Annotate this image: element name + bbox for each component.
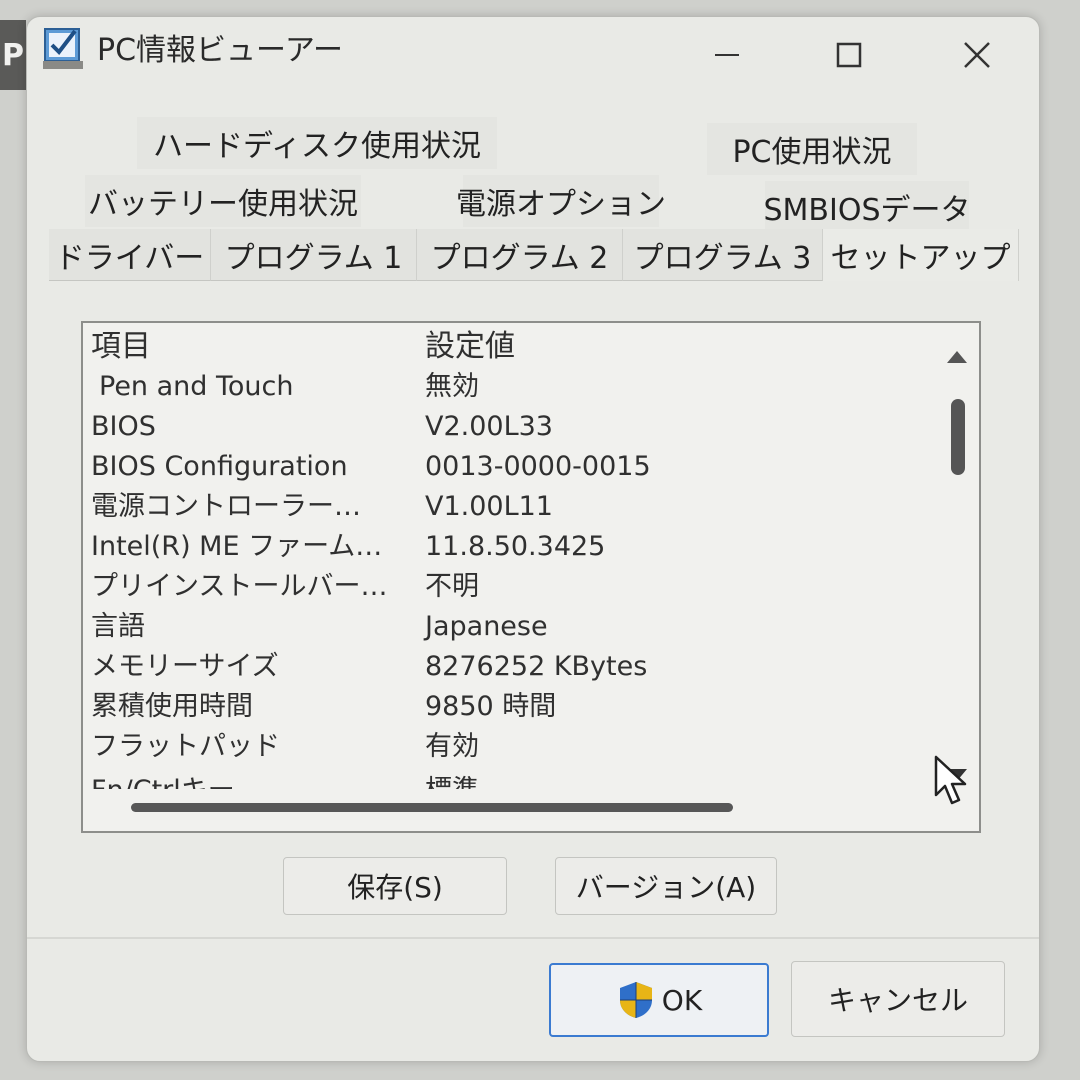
- row-item: Intel(R) ME ファーム…: [91, 531, 383, 562]
- list-row[interactable]: 電源コントローラー… V1.00L11: [83, 487, 943, 527]
- uac-shield-icon: [619, 982, 652, 1018]
- pc-info-viewer-window: PC情報ビューアー ハードディスク使用状況 PC使用状況 バッテリー使用状況 電…: [26, 16, 1040, 1062]
- tab-label: 電源オプション: [456, 187, 666, 222]
- tab-label: プログラム 3: [633, 240, 812, 276]
- tab-label: ドライバー: [54, 240, 205, 276]
- row-value: 不明: [425, 571, 479, 602]
- cancel-button-label: キャンセル: [827, 984, 968, 1017]
- save-button-label: 保存(S): [347, 871, 443, 904]
- list-row[interactable]: 言語 Japanese: [83, 607, 943, 647]
- background-window-letter: P: [2, 37, 24, 73]
- row-value: Japanese: [425, 611, 548, 642]
- mouse-cursor-icon: [934, 755, 967, 805]
- title-bar[interactable]: PC情報ビューアー: [27, 17, 1039, 93]
- horizontal-scroll-thumb[interactable]: [131, 803, 733, 812]
- column-header-item[interactable]: 項目: [91, 327, 151, 367]
- vertical-scroll-thumb[interactable]: [951, 399, 965, 475]
- cancel-button[interactable]: キャンセル: [791, 961, 1005, 1037]
- background-window-edge[interactable]: P: [0, 20, 26, 90]
- tab-power-options[interactable]: 電源オプション: [456, 175, 666, 227]
- tab-label: ハードディスク使用状況: [153, 129, 481, 164]
- row-value: 0013-0000-0015: [425, 451, 651, 482]
- row-item: Pen and Touch: [99, 371, 294, 402]
- maximize-icon: [836, 42, 862, 68]
- tab-program-1[interactable]: プログラム 1: [211, 229, 417, 281]
- row-item: BIOS: [91, 411, 156, 442]
- tab-label: プログラム 1: [224, 240, 403, 276]
- tab-smbios-data[interactable]: SMBIOSデータ: [763, 181, 971, 233]
- tab-label: セットアップ: [830, 241, 1011, 276]
- save-button[interactable]: 保存(S): [283, 857, 507, 915]
- footer-divider: [27, 937, 1039, 939]
- column-header-value[interactable]: 設定値: [425, 327, 515, 367]
- tab-label: バッテリー使用状況: [88, 187, 358, 222]
- row-item: フラットパッド: [91, 731, 280, 762]
- tab-pc-usage[interactable]: PC使用状況: [707, 123, 917, 175]
- tab-program-2[interactable]: プログラム 2: [417, 229, 623, 281]
- list-row[interactable]: プリインストールバー… 不明: [83, 567, 943, 607]
- minimize-icon: [715, 54, 739, 56]
- tab-battery-usage[interactable]: バッテリー使用状況: [85, 175, 361, 227]
- tab-program-3[interactable]: プログラム 3: [623, 229, 823, 281]
- row-value: 有効: [425, 731, 479, 762]
- list-row[interactable]: BIOS Configuration 0013-0000-0015: [83, 447, 943, 487]
- tab-label: PC使用状況: [732, 135, 892, 170]
- list-row[interactable]: メモリーサイズ 8276252 KBytes: [83, 647, 943, 687]
- tab-label: プログラム 2: [430, 240, 609, 276]
- row-item: 言語: [91, 611, 145, 642]
- tab-harddisk-usage[interactable]: ハードディスク使用状況: [137, 117, 497, 169]
- minimize-button[interactable]: [677, 17, 777, 93]
- row-value: 8276252 KBytes: [425, 651, 648, 682]
- tab-label: SMBIOSデータ: [763, 193, 971, 228]
- row-value: V1.00L11: [425, 491, 553, 522]
- list-header: 項目 設定値: [83, 327, 943, 367]
- list-row[interactable]: BIOS V2.00L33: [83, 407, 943, 447]
- scroll-up-arrow-icon[interactable]: [947, 351, 967, 363]
- tab-setup[interactable]: セットアップ: [823, 229, 1019, 281]
- tab-drivers[interactable]: ドライバー: [49, 229, 211, 281]
- row-value: 無効: [425, 371, 479, 402]
- vertical-scrollbar[interactable]: [941, 333, 977, 803]
- list-row[interactable]: Pen and Touch 無効: [83, 367, 943, 407]
- version-button-label: バージョン(A): [575, 871, 757, 904]
- maximize-button[interactable]: [799, 17, 899, 93]
- ok-button-label: OK: [661, 983, 703, 1017]
- window-title: PC情報ビューアー: [97, 33, 344, 68]
- list-row[interactable]: Intel(R) ME ファーム… 11.8.50.3425: [83, 527, 943, 567]
- version-button[interactable]: バージョン(A): [555, 857, 777, 915]
- row-item: BIOS Configuration: [91, 451, 348, 482]
- close-icon: [964, 42, 990, 68]
- row-value: V2.00L33: [425, 411, 553, 442]
- row-item: メモリーサイズ: [91, 651, 279, 682]
- row-value: 9850 時間: [425, 691, 557, 722]
- list-row[interactable]: フラットパッド 有効: [83, 727, 943, 767]
- app-checkbox-icon: [43, 28, 83, 69]
- row-item: 累積使用時間: [91, 691, 253, 722]
- row-value: 11.8.50.3425: [425, 531, 606, 562]
- close-button[interactable]: [927, 17, 1027, 93]
- ok-button[interactable]: OK: [549, 963, 769, 1037]
- settings-list[interactable]: 項目 設定値 Pen and Touch 無効 BIOS V2.00L33 BI…: [81, 321, 981, 833]
- screen: P PC情報ビューアー ハードディスク使用状況 PC使用状況 バッテリー使用状況…: [0, 0, 1080, 1080]
- list-row[interactable]: 累積使用時間 9850 時間: [83, 687, 943, 727]
- row-item: 電源コントローラー…: [91, 491, 361, 522]
- horizontal-scrollbar[interactable]: [131, 801, 741, 815]
- row-item: プリインストールバー…: [91, 571, 388, 602]
